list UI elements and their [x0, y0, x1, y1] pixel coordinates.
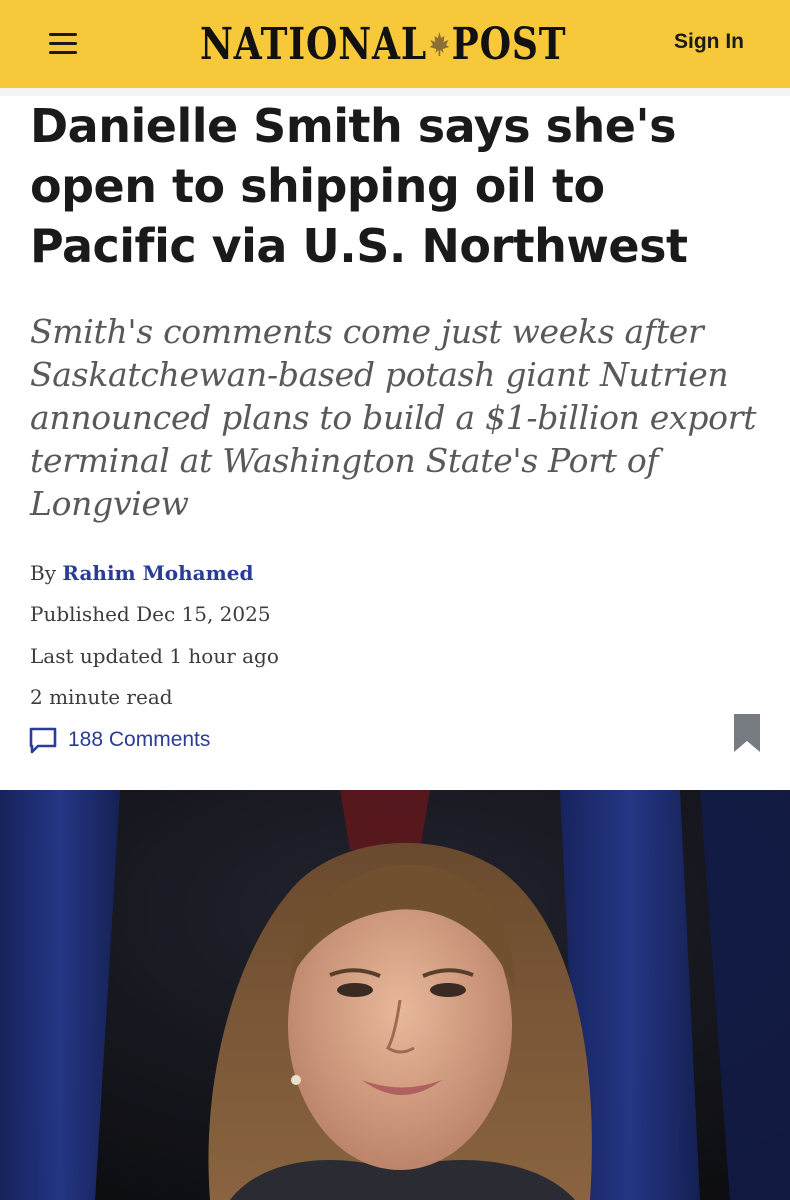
updated-value: 1 hour ago [169, 644, 279, 668]
sign-in-link[interactable]: Sign In [674, 30, 744, 54]
byline: By Rahim Mohamed [30, 561, 254, 585]
maple-leaf-icon [429, 32, 450, 56]
menu-button[interactable] [46, 29, 80, 59]
header-divider [0, 88, 790, 96]
logo-text-right: POST [451, 18, 567, 70]
hamburger-line [49, 42, 77, 45]
site-header: NATIONAL POST Sign In [0, 0, 790, 88]
last-updated: Last updated 1 hour ago [30, 644, 279, 668]
logo-text-left: NATIONAL [200, 18, 428, 70]
article-deck: Smith's comments come just weeks after S… [30, 312, 757, 523]
comments-count: 188 Comments [68, 728, 211, 751]
published-label: Published [30, 602, 130, 626]
author-link[interactable]: Rahim Mohamed [62, 561, 253, 585]
site-logo[interactable]: NATIONAL POST [200, 14, 566, 74]
byline-prefix: By [30, 561, 56, 585]
comments-link[interactable]: 188 Comments [28, 726, 210, 754]
bookmark-icon[interactable] [732, 712, 762, 754]
published-date: Published Dec 15, 2025 [30, 602, 271, 626]
updated-label: Last updated [30, 644, 163, 668]
hamburger-menu-icon [49, 33, 77, 36]
read-time: 2 minute read [30, 685, 173, 709]
hero-photo [0, 790, 790, 1200]
published-value: Dec 15, 2025 [136, 602, 271, 626]
speech-bubble-icon [29, 727, 57, 754]
hero-image [0, 790, 790, 1200]
hamburger-line [49, 51, 77, 54]
article-headline: Danielle Smith says she's open to shippi… [30, 99, 688, 273]
